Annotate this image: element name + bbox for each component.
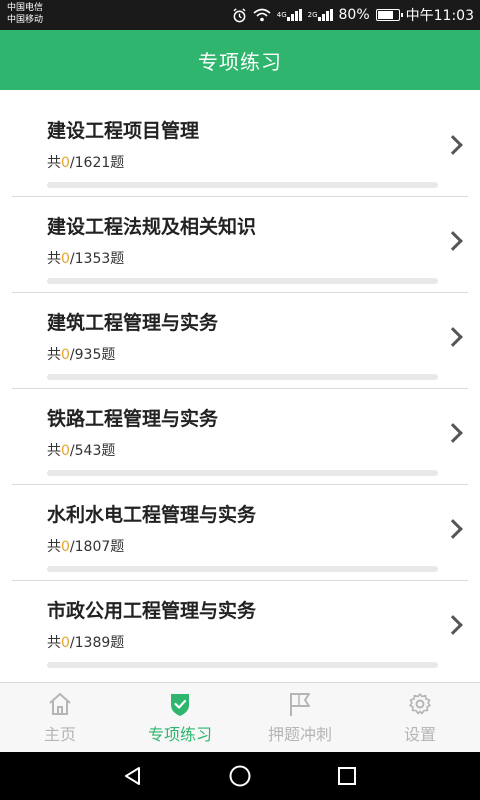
subject-title: 建设工程法规及相关知识: [47, 216, 257, 238]
chevron-right-icon: [443, 615, 463, 635]
nav-item-sprint[interactable]: 押题冲刺: [240, 683, 360, 752]
flag-icon: [286, 691, 314, 717]
wifi-icon: [253, 8, 271, 22]
subject-list: 建设工程项目管理 共0/1621题 建设工程法规及相关知识 共0/1353题 建…: [0, 90, 480, 682]
list-item[interactable]: 建设工程项目管理 共0/1621题: [0, 90, 480, 197]
list-item[interactable]: 建筑工程管理与实务 共0/935题: [0, 282, 480, 389]
back-icon[interactable]: [113, 756, 153, 796]
nav-label: 主页: [43, 724, 76, 744]
status-indicators: 4G 2G 80% 中午11:03: [232, 0, 474, 30]
nav-label: 专项练习: [147, 724, 212, 744]
home-icon: [46, 691, 74, 717]
app-header: 专项练习: [0, 30, 480, 90]
system-nav-bar: [0, 752, 480, 800]
carrier-info: 中国电信 中国移动: [7, 2, 43, 26]
subject-title: 市政公用工程管理与实务: [47, 600, 257, 622]
nav-label: 押题冲刺: [267, 724, 332, 744]
bottom-nav: 主页 专项练习 押题冲刺 设置: [0, 682, 480, 752]
question-count: 共0/1353题: [47, 251, 125, 267]
question-count: 共0/935题: [47, 347, 116, 363]
recents-icon[interactable]: [327, 756, 367, 796]
list-item[interactable]: 建设工程法规及相关知识 共0/1353题: [0, 186, 480, 293]
question-count: 共0/1807题: [47, 539, 125, 555]
progress-bar: [47, 662, 438, 668]
clock: 中午11:03: [405, 8, 474, 24]
subject-title: 铁路工程管理与实务: [47, 408, 219, 430]
question-count: 共0/543题: [47, 443, 116, 459]
nav-item-settings[interactable]: 设置: [360, 683, 480, 752]
list-item[interactable]: 铁路工程管理与实务 共0/543题: [0, 378, 480, 485]
nav-label: 设置: [403, 724, 436, 744]
question-count: 共0/1621题: [47, 155, 125, 171]
battery-icon: [375, 9, 403, 21]
nav-item-home[interactable]: 主页: [0, 683, 120, 752]
signal-icon: 2G: [308, 9, 333, 21]
gear-icon: [406, 691, 434, 717]
list-item[interactable]: 市政公用工程管理与实务 共0/1389题: [0, 570, 480, 668]
home-circle-icon[interactable]: [220, 756, 260, 796]
question-count: 共0/1389题: [47, 635, 125, 651]
battery-percent: 80%: [338, 7, 370, 23]
chevron-right-icon: [443, 327, 463, 347]
subject-title: 水利水电工程管理与实务: [47, 504, 257, 526]
list-item[interactable]: 水利水电工程管理与实务 共0/1807题: [0, 474, 480, 581]
shield-check-icon: [166, 691, 194, 717]
carrier-1: 中国电信: [7, 3, 44, 13]
page-title: 专项练习: [198, 49, 282, 74]
subject-title: 建设工程项目管理: [47, 120, 200, 142]
network-type-label: 4G: [276, 10, 287, 19]
chevron-right-icon: [443, 231, 463, 251]
subject-title: 建筑工程管理与实务: [47, 312, 219, 334]
chevron-right-icon: [443, 423, 463, 443]
status-bar: 中国电信 中国移动 4G 2G 80% 中午11:03: [0, 0, 480, 30]
nav-item-practice[interactable]: 专项练习: [120, 683, 240, 752]
alarm-icon: [232, 7, 247, 23]
network-signal-icon: 4G: [277, 9, 302, 21]
carrier-2: 中国移动: [7, 15, 44, 25]
chevron-right-icon: [443, 519, 463, 539]
chevron-right-icon: [443, 135, 463, 155]
signal-type-label: 2G: [307, 10, 318, 19]
